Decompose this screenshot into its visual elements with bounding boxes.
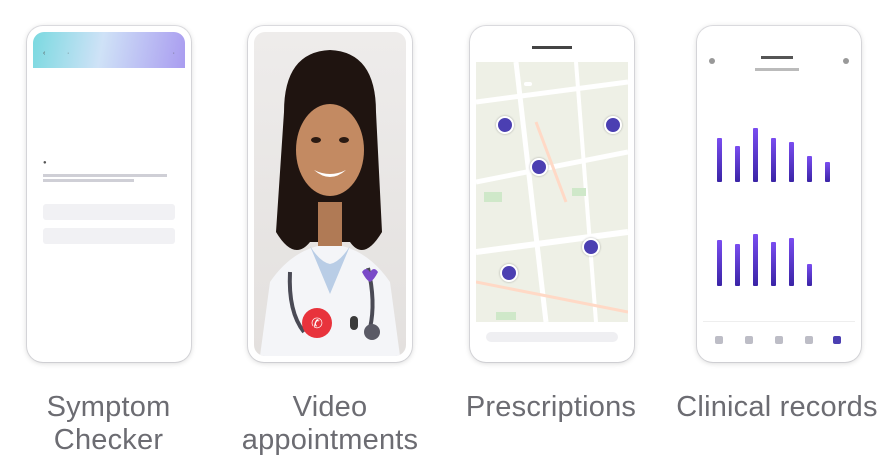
caption-line: Clinical records <box>676 391 878 423</box>
map-pin-icon[interactable] <box>530 158 548 176</box>
bar <box>753 234 758 286</box>
search-input[interactable] <box>486 332 618 342</box>
video-appointment-phone: ✆ <box>248 26 412 362</box>
page-title <box>761 56 793 59</box>
bar <box>789 142 794 182</box>
symptom-checker-phone: ‹ · · ● <box>27 26 191 362</box>
bar <box>753 128 758 182</box>
pharmacy-map-screen <box>476 32 628 356</box>
records-icon[interactable] <box>805 336 813 344</box>
video-call-screen: ✆ <box>254 32 406 356</box>
answer-option-2[interactable] <box>43 228 175 244</box>
question-text <box>43 172 173 184</box>
bar <box>771 138 776 182</box>
caption-line: Checker <box>53 424 164 456</box>
microphone-icon[interactable] <box>350 316 358 330</box>
map[interactable] <box>476 61 628 323</box>
health-records-screen <box>703 32 855 356</box>
phone-hangup-icon[interactable]: ✆ <box>302 308 332 338</box>
gradient-header: ‹ · · <box>33 32 185 68</box>
caption-line: Video <box>292 391 368 423</box>
caption-line: Prescriptions <box>465 391 637 423</box>
caption-clinical-records: Clinical records <box>661 391 893 424</box>
bar <box>717 138 722 182</box>
bar <box>771 242 776 286</box>
caption-prescriptions: Prescriptions <box>453 391 649 424</box>
bot-avatar: ● <box>43 160 47 166</box>
map-streets <box>476 61 628 323</box>
profile-icon[interactable] <box>833 336 841 344</box>
caption-video-appointments: Video appointments <box>232 391 428 457</box>
clinical-records-phone <box>697 26 861 362</box>
date-selector[interactable] <box>755 68 799 71</box>
map-pin-icon[interactable] <box>496 116 514 134</box>
back-icon: ‹ <box>43 50 46 57</box>
bar <box>789 238 794 286</box>
check-icon[interactable] <box>775 336 783 344</box>
home-icon[interactable] <box>715 336 723 344</box>
feature-showcase: ‹ · · ● ✆ Symptom Checker Video appointm… <box>0 0 894 457</box>
map-header <box>476 32 628 62</box>
records-header <box>703 32 855 80</box>
bar <box>735 146 740 182</box>
prescriptions-phone <box>470 26 634 362</box>
caption-symptom-checker: Symptom Checker <box>26 391 191 457</box>
map-pin-icon[interactable] <box>582 238 600 256</box>
symptom-checker-screen: ‹ · · ● <box>33 32 185 356</box>
map-footer <box>476 322 628 356</box>
caption-line: Symptom <box>46 391 171 423</box>
bar <box>807 264 812 286</box>
menu-icon: · <box>67 50 70 57</box>
answer-option-1[interactable] <box>43 204 175 220</box>
doctor-video-feed <box>254 32 406 356</box>
settings-icon[interactable] <box>843 58 849 64</box>
nearby-pharmacy-chip[interactable] <box>524 82 532 86</box>
bar <box>735 244 740 286</box>
bottom-nav <box>703 321 855 356</box>
caption-line: appointments <box>241 424 419 456</box>
appointments-icon[interactable] <box>745 336 753 344</box>
bar <box>717 240 722 286</box>
bar <box>807 156 812 182</box>
close-icon: · <box>172 50 175 57</box>
bar <box>825 162 830 182</box>
map-pin-icon[interactable] <box>604 116 622 134</box>
map-pin-icon[interactable] <box>500 264 518 282</box>
doctor-image <box>260 50 400 356</box>
back-icon[interactable] <box>709 58 715 64</box>
